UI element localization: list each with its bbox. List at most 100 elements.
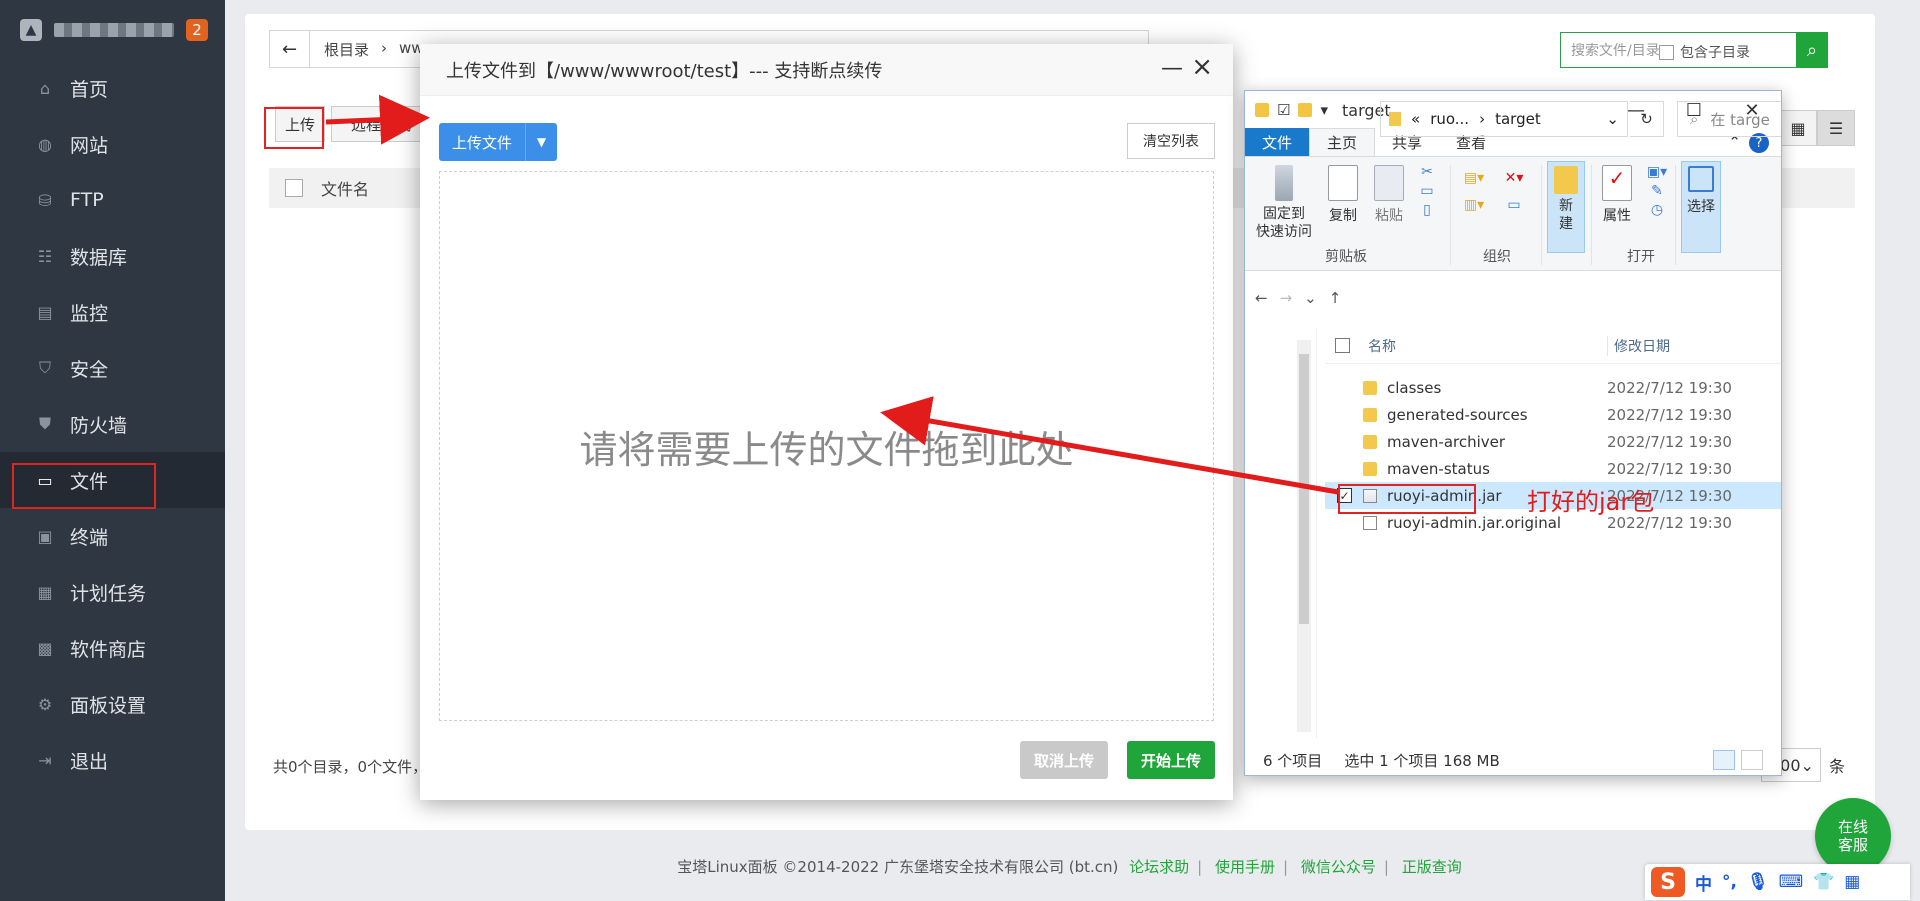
properties-icon: ✓	[1602, 165, 1632, 201]
chevron-down-icon[interactable]: ▼	[525, 123, 557, 161]
sidebar-item-6[interactable]: ⛊ 防火墙	[0, 396, 225, 452]
up-arrow-icon[interactable]: ↑	[1329, 289, 1342, 307]
back-arrow-icon[interactable]: ←	[1255, 289, 1268, 307]
minimize-icon[interactable]: —	[1161, 56, 1183, 81]
search-placeholder: 搜索文件/目录	[1571, 43, 1660, 59]
select-button[interactable]: 选择	[1681, 161, 1721, 253]
skin-icon[interactable]: 👕	[1813, 872, 1834, 892]
delete-icon[interactable]: ✕▾	[1499, 165, 1529, 192]
details-view-icon[interactable]	[1713, 750, 1735, 770]
col-name[interactable]: 名称	[1368, 336, 1396, 356]
search-icon[interactable]: ⌕	[1796, 32, 1828, 68]
navigation-pane[interactable]	[1245, 328, 1317, 738]
upload-file-button[interactable]: 上传文件 ▼	[439, 123, 557, 161]
sidebar-item-label: 面板设置	[70, 694, 147, 717]
globe-icon: ◍	[38, 134, 52, 154]
list-view-icon[interactable]: ☰	[1817, 110, 1855, 146]
sidebar-item-1[interactable]: ◍ 网站	[0, 116, 225, 172]
back-arrow-icon[interactable]: ←	[270, 31, 310, 67]
online-service-button[interactable]: 在线 客服	[1815, 798, 1891, 874]
history-icon[interactable]: ◷	[1643, 201, 1671, 220]
tab-file[interactable]: 文件	[1245, 128, 1310, 156]
cut-icon[interactable]: ✂	[1417, 163, 1437, 182]
customize-toolbar-icon[interactable]: ▾	[1320, 101, 1328, 119]
pin-quick-access-button[interactable]: 固定到 快速访问	[1251, 165, 1317, 241]
address-dropdown-icon[interactable]: ⌄	[1606, 110, 1619, 128]
sidebar-item-0[interactable]: ⌂ 首页	[0, 60, 225, 116]
copy-to-icon[interactable]: ▥▾	[1457, 192, 1491, 219]
address-crumb-1[interactable]: ruo...	[1430, 110, 1469, 128]
sidebar-item-3[interactable]: ☷ 数据库	[0, 228, 225, 284]
quick-access-check-icon[interactable]: ☑	[1277, 101, 1290, 119]
copy-button[interactable]: 复制	[1323, 165, 1363, 225]
explorer-search-input[interactable]: ⌕ 在 targe	[1677, 101, 1781, 137]
paste-shortcut-icon[interactable]: ▯	[1417, 201, 1437, 220]
col-date[interactable]: 修改日期	[1607, 335, 1670, 356]
forward-arrow-icon[interactable]: →	[1280, 289, 1293, 307]
sidebar-item-5[interactable]: ⛉ 安全	[0, 340, 225, 396]
sidebar-item-10[interactable]: ▩ 软件商店	[0, 620, 225, 676]
folder-icon	[1255, 103, 1269, 117]
remote-download-button[interactable]: 远程下载	[331, 106, 431, 142]
drop-zone[interactable]: 请将需要上传的文件拖到此处	[439, 171, 1214, 721]
ftp-icon: ⛁	[38, 190, 52, 210]
sogou-logo-icon[interactable]: S	[1651, 867, 1685, 897]
col-filename[interactable]: 文件名	[321, 176, 369, 200]
checkbox-box[interactable]	[1659, 44, 1674, 60]
select-all-checkbox[interactable]	[1335, 338, 1350, 353]
footer-link-wechat[interactable]: 微信公众号	[1301, 858, 1376, 876]
include-subdir-checkbox[interactable]: 包含子目录	[1659, 42, 1750, 62]
sidebar-item-label: FTP	[70, 189, 104, 211]
move-to-icon[interactable]: ▤▾	[1457, 165, 1491, 192]
grid-view-icon[interactable]: ▦	[1779, 110, 1817, 146]
nav-scrollbar-thumb[interactable]	[1299, 354, 1309, 624]
file-name: maven-archiver	[1387, 432, 1506, 451]
tab-home[interactable]: 主页	[1309, 128, 1376, 156]
file-row[interactable]: maven-status 2022/7/12 19:30	[1325, 455, 1781, 482]
ime-mode[interactable]: 中	[1695, 870, 1712, 895]
refresh-icon[interactable]: ↻	[1630, 101, 1664, 137]
sidebar-item-4[interactable]: ▤ 监控	[0, 284, 225, 340]
file-name: maven-status	[1387, 459, 1490, 478]
brand: ▲ 2	[0, 0, 225, 60]
file-row[interactable]: classes 2022/7/12 19:30	[1325, 374, 1781, 401]
recent-chevron-icon[interactable]: ⌄	[1304, 289, 1317, 307]
start-upload-button[interactable]: 开始上传	[1127, 741, 1215, 779]
toolbox-icon[interactable]: ▦	[1844, 872, 1860, 892]
clear-list-button[interactable]: 清空列表	[1127, 123, 1215, 159]
sidebar-item-9[interactable]: ▦ 计划任务	[0, 564, 225, 620]
new-folder-button[interactable]: 新 建	[1547, 161, 1585, 253]
properties-button[interactable]: ✓ 属性	[1597, 165, 1637, 225]
paste-button[interactable]: 粘贴	[1369, 165, 1409, 225]
file-row[interactable]: generated-sources 2022/7/12 19:30	[1325, 401, 1781, 428]
select-all-checkbox[interactable]	[285, 179, 303, 197]
sidebar-item-8[interactable]: ▣ 终端	[0, 508, 225, 564]
microphone-icon[interactable]: 🎙	[1747, 872, 1769, 892]
open-icon[interactable]: ▣▾	[1643, 163, 1671, 182]
footer-link-forum[interactable]: 论坛求助	[1129, 858, 1189, 876]
upload-button[interactable]: 上传	[275, 106, 325, 142]
sidebar-item-7[interactable]: ▭ 文件	[0, 452, 225, 508]
large-icons-view-icon[interactable]	[1741, 750, 1763, 770]
address-bar[interactable]: « ruo... › target ⌄	[1380, 101, 1628, 137]
punctuation-icon[interactable]: °,	[1722, 872, 1737, 892]
copy-path-icon[interactable]: ▭	[1417, 182, 1437, 201]
shield-icon: ⛉	[38, 358, 51, 377]
rename-icon[interactable]: ▭	[1499, 192, 1529, 219]
sidebar-item-2[interactable]: ⛁ FTP	[0, 172, 225, 228]
notification-badge[interactable]: 2	[186, 19, 208, 41]
sidebar-item-12[interactable]: ⇥ 退出	[0, 732, 225, 788]
keyboard-icon[interactable]: ⌨	[1779, 872, 1804, 892]
footer-link-license[interactable]: 正版查询	[1402, 858, 1462, 876]
edit-icon[interactable]: ✎	[1643, 182, 1671, 201]
cancel-upload-button[interactable]: 取消上传	[1020, 741, 1108, 779]
footer-link-manual[interactable]: 使用手册	[1215, 858, 1275, 876]
close-icon[interactable]: ×	[1191, 52, 1213, 82]
file-date: 2022/7/12 19:30	[1607, 378, 1732, 397]
sidebar-item-11[interactable]: ⚙ 面板设置	[0, 676, 225, 732]
address-crumb-2[interactable]: target	[1495, 110, 1541, 128]
file-name: classes	[1387, 378, 1442, 397]
row-checkbox[interactable]: ✓	[1337, 488, 1352, 503]
crumb-root[interactable]: 根目录	[324, 39, 369, 60]
file-row[interactable]: maven-archiver 2022/7/12 19:30	[1325, 428, 1781, 455]
